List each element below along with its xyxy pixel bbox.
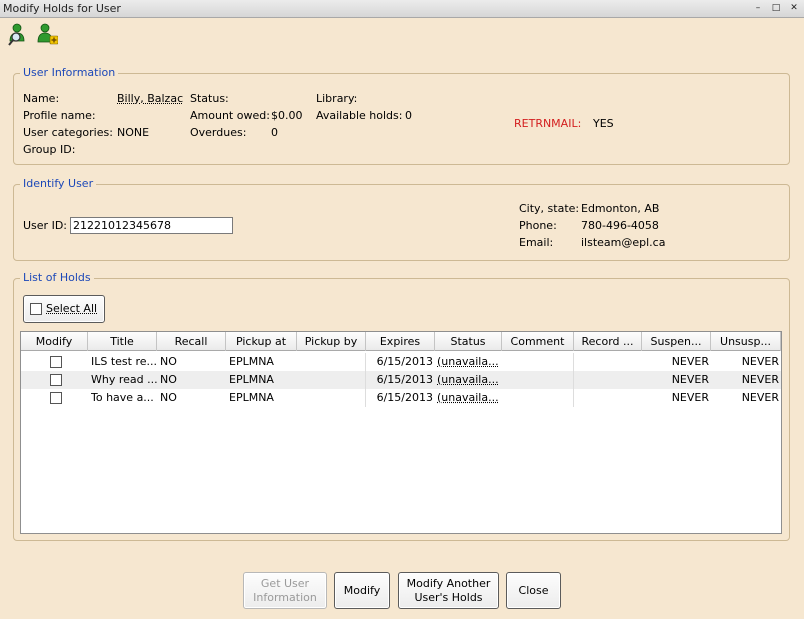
window-title: Modify Holds for User xyxy=(3,2,121,15)
row-record xyxy=(577,371,642,389)
row-recall: NO xyxy=(160,373,177,386)
user-search-icon[interactable] xyxy=(6,22,28,46)
row-expires: 6/15/2013 xyxy=(376,391,433,404)
phone-label: Phone: xyxy=(519,219,557,232)
row-comment xyxy=(505,389,574,407)
row-pickup-at: EPLMNA xyxy=(229,355,274,368)
window-controls: – □ ✕ xyxy=(752,2,800,14)
row-record xyxy=(577,389,642,407)
col-title[interactable]: Title xyxy=(88,332,157,351)
col-recall[interactable]: Recall xyxy=(157,332,226,351)
amount-owed-value: $0.00 xyxy=(271,109,303,122)
row-recall: NO xyxy=(160,391,177,404)
row-status[interactable]: (unavaila... xyxy=(437,371,502,389)
list-of-holds-legend: List of Holds xyxy=(20,271,94,284)
col-pickup-by[interactable]: Pickup by xyxy=(297,332,366,351)
holds-table: Modify Title Recall Pickup at Pickup by … xyxy=(20,331,782,534)
row-suspend: NEVER xyxy=(671,355,709,368)
amount-owed-label: Amount owed: xyxy=(190,109,270,122)
col-unsuspend[interactable]: Unsusp... xyxy=(711,332,781,351)
city-state-label: City, state: xyxy=(519,202,580,215)
row-unsuspend: NEVER xyxy=(741,373,779,386)
row-pickup-by xyxy=(300,353,366,371)
close-icon[interactable]: ✕ xyxy=(788,2,800,14)
row-expires: 6/15/2013 xyxy=(376,373,433,386)
modify-another-users-holds-button[interactable]: Modify Another User's Holds xyxy=(398,572,499,609)
select-all-box[interactable] xyxy=(30,303,42,315)
col-pickup-at[interactable]: Pickup at xyxy=(226,332,297,351)
user-id-label: User ID: xyxy=(23,219,67,232)
col-expires[interactable]: Expires xyxy=(366,332,435,351)
user-categories-value: NONE xyxy=(117,126,150,139)
profile-name-label: Profile name: xyxy=(23,109,96,122)
retrnmail-value: YES xyxy=(593,117,614,130)
row-status[interactable]: (unavaila... xyxy=(437,389,502,407)
row-status[interactable]: (unavaila... xyxy=(437,353,502,371)
row-unsuspend: NEVER xyxy=(741,391,779,404)
row-pickup-by xyxy=(300,389,366,407)
row-comment xyxy=(505,371,574,389)
email-label: Email: xyxy=(519,236,554,249)
available-holds-value: 0 xyxy=(405,109,412,122)
row-modify-checkbox[interactable] xyxy=(50,392,62,404)
user-id-input[interactable] xyxy=(70,217,233,234)
status-label: Status: xyxy=(190,92,229,105)
available-holds-label: Available holds: xyxy=(316,109,403,122)
row-modify-checkbox[interactable] xyxy=(50,374,62,386)
user-add-icon[interactable] xyxy=(36,22,58,46)
user-categories-label: User categories: xyxy=(23,126,113,139)
modify-button[interactable]: Modify xyxy=(334,572,390,609)
row-title: To have a... xyxy=(91,391,154,404)
row-expires: 6/15/2013 xyxy=(376,355,433,368)
minimize-icon[interactable]: – xyxy=(752,2,764,14)
window-titlebar: Modify Holds for User – □ ✕ xyxy=(0,0,804,18)
col-record[interactable]: Record ... xyxy=(574,332,642,351)
group-id-label: Group ID: xyxy=(23,143,76,156)
col-suspend[interactable]: Suspen... xyxy=(642,332,711,351)
row-recall: NO xyxy=(160,355,177,368)
col-status[interactable]: Status xyxy=(435,332,502,351)
maximize-icon[interactable]: □ xyxy=(770,2,782,14)
name-label: Name: xyxy=(23,92,60,105)
row-modify-checkbox[interactable] xyxy=(50,356,62,368)
row-suspend: NEVER xyxy=(671,373,709,386)
email-value: ilsteam@epl.ca xyxy=(581,236,666,249)
row-suspend: NEVER xyxy=(671,391,709,404)
row-pickup-at: EPLMNA xyxy=(229,373,274,386)
row-pickup-by xyxy=(300,371,366,389)
row-pickup-at: EPLMNA xyxy=(229,391,274,404)
holds-table-header: Modify Title Recall Pickup at Pickup by … xyxy=(21,332,781,351)
get-user-information-button[interactable]: Get User Information xyxy=(243,572,327,609)
row-comment xyxy=(505,353,574,371)
col-comment[interactable]: Comment xyxy=(502,332,574,351)
table-row[interactable]: ILS test re... NO EPLMNA 6/15/2013 (unav… xyxy=(21,353,781,371)
select-all-label: Select All xyxy=(46,302,98,315)
row-record xyxy=(577,353,642,371)
row-unsuspend: NEVER xyxy=(741,355,779,368)
table-row[interactable]: Why read ... NO EPLMNA 6/15/2013 (unavai… xyxy=(21,371,781,389)
select-all-checkbox[interactable]: Select All xyxy=(23,295,105,323)
row-title: ILS test re... xyxy=(91,355,157,368)
retrnmail-label: RETRNMAIL: xyxy=(514,117,582,130)
table-row[interactable]: To have a... NO EPLMNA 6/15/2013 (unavai… xyxy=(21,389,781,407)
library-label: Library: xyxy=(316,92,358,105)
name-value[interactable]: Billy, Balzac xyxy=(117,92,183,105)
phone-value: 780-496-4058 xyxy=(581,219,659,232)
city-state-value: Edmonton, AB xyxy=(581,202,660,215)
close-button[interactable]: Close xyxy=(506,572,561,609)
col-modify[interactable]: Modify xyxy=(21,332,88,351)
row-title: Why read ... xyxy=(91,373,157,386)
user-information-legend: User Information xyxy=(20,66,119,79)
overdues-value: 0 xyxy=(271,126,278,139)
overdues-label: Overdues: xyxy=(190,126,247,139)
identify-user-legend: Identify User xyxy=(20,177,97,190)
